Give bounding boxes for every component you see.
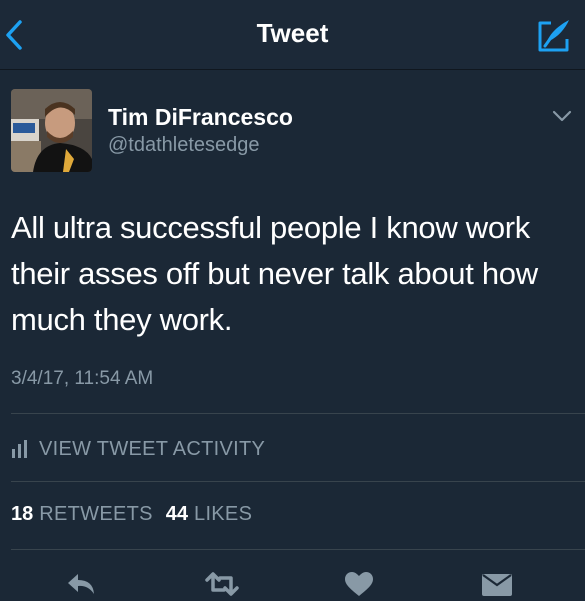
direct-message-button[interactable] (480, 572, 514, 596)
divider (11, 549, 585, 550)
author-handle[interactable]: @tdathletesedge (108, 134, 260, 157)
likes-label[interactable]: LIKES (194, 503, 252, 526)
retweet-icon (205, 572, 239, 596)
likes-count[interactable]: 44 (166, 503, 188, 526)
compose-tweet-button[interactable] (534, 16, 574, 56)
bar-chart-icon (12, 440, 27, 458)
compose-tweet-icon (538, 20, 569, 52)
reply-icon (68, 574, 94, 594)
divider (11, 481, 585, 482)
navigation-bar: Tweet (0, 0, 585, 70)
like-icon (345, 572, 373, 596)
retweets-label[interactable]: RETWEETS (39, 503, 153, 526)
tweet-options-button[interactable] (551, 108, 573, 124)
tweet-text: All ultra successful people I know work … (11, 210, 538, 337)
divider (11, 413, 585, 414)
page-title: Tweet (256, 18, 329, 48)
retweets-count[interactable]: 18 (11, 503, 33, 526)
view-tweet-activity-label: VIEW TWEET ACTIVITY (39, 437, 266, 460)
like-button[interactable] (343, 572, 377, 596)
tweet-stats: 18 RETWEETS 44 LIKES (11, 503, 265, 526)
chevron-down-icon (552, 110, 572, 122)
view-tweet-activity-button[interactable]: VIEW TWEET ACTIVITY (11, 434, 265, 464)
reply-button[interactable] (64, 572, 98, 596)
profile-photo (11, 89, 92, 172)
author-name[interactable]: Tim DiFrancesco (108, 104, 293, 131)
tweet-timestamp: 3/4/17, 11:54 AM (11, 368, 154, 389)
direct-message-icon (482, 574, 512, 596)
retweet-button[interactable] (202, 572, 242, 596)
avatar[interactable] (11, 89, 92, 172)
